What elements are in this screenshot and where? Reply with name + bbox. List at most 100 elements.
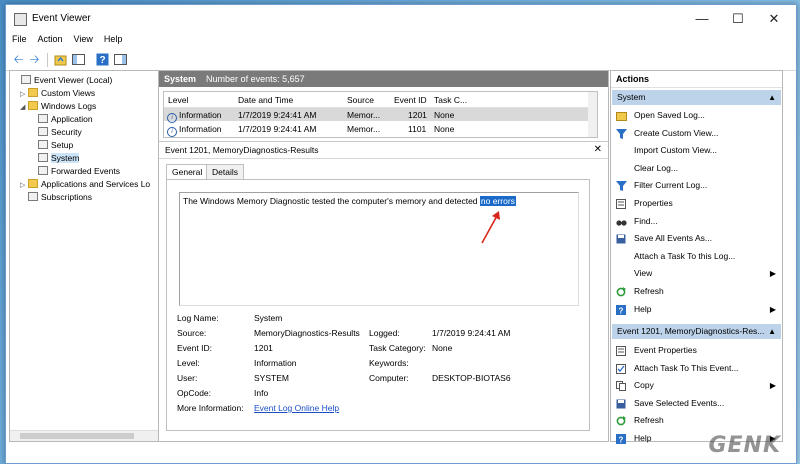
close-detail-icon[interactable]: ✕ [594, 142, 602, 158]
tree-log-application[interactable]: Application [38, 113, 93, 126]
properties-icon [616, 198, 626, 209]
console-tree: Event Viewer (Local) ▷ Custom Views ◢ Wind… [9, 70, 159, 442]
tree-custom-views[interactable]: ▷ Custom Views [20, 87, 95, 100]
svg-text:?: ? [619, 306, 624, 315]
tree-apps-services[interactable]: ▷ Applications and Services Lo [20, 178, 150, 191]
submenu-arrow-icon: ▶ [769, 304, 776, 314]
action-item[interactable]: Find... [611, 213, 782, 230]
collapse-icon[interactable]: ▲ [768, 324, 776, 339]
action-item[interactable]: Event Properties [611, 342, 782, 359]
menu-help[interactable]: Help [98, 32, 128, 44]
tree-root[interactable]: Event Viewer (Local) [13, 74, 112, 87]
tree-horizontal-scrollbar[interactable] [10, 430, 158, 441]
log-icon [38, 127, 48, 136]
scrollbar-thumb[interactable] [20, 433, 134, 439]
log-header: System Number of events: 5,657 [159, 71, 608, 87]
tree-log-system[interactable]: System [38, 152, 80, 165]
action-item-label: Clear Log... [634, 162, 678, 173]
menu-action[interactable]: Action [32, 32, 68, 44]
log-icon [38, 114, 48, 123]
column-source[interactable]: Source [347, 95, 374, 105]
action-item[interactable]: View ▶ [611, 265, 782, 282]
action-item[interactable]: Save Selected Events... [611, 395, 782, 412]
action-item-label: Refresh [634, 286, 664, 296]
action-item[interactable]: Attach Task To This Event... [611, 360, 782, 377]
action-item[interactable]: ? Help ▶ [611, 301, 782, 318]
window-title: Event Viewer [32, 13, 91, 24]
help-icon[interactable]: ? [96, 53, 109, 66]
folder-open-icon [616, 110, 627, 121]
copy-icon [616, 380, 626, 392]
table-row[interactable]: i Information 1/7/2019 9:24:41 AM Memor..… [164, 108, 597, 123]
task-icon [616, 363, 626, 374]
action-item[interactable]: Refresh [611, 283, 782, 300]
computer-icon [21, 75, 31, 84]
action-item[interactable]: Clear Log... [611, 160, 782, 177]
binoculars-icon [616, 216, 627, 226]
event-message-box[interactable]: The Windows Memory Diagnostic tested the… [179, 192, 579, 306]
refresh-icon [616, 415, 626, 426]
tree-log-setup[interactable]: Setup [38, 139, 73, 152]
log-icon [38, 140, 48, 149]
event-message: The Windows Memory Diagnostic tested the… [183, 196, 516, 206]
column-date-time[interactable]: Date and Time [238, 95, 293, 105]
action-item[interactable]: Create Custom View... [611, 125, 782, 142]
event-log-online-help-link[interactable]: Event Log Online Help [254, 403, 339, 413]
back-arrow-icon[interactable]: 🡠 [12, 53, 25, 66]
close-button[interactable]: ✕ [756, 7, 792, 30]
tab-details[interactable]: Details [206, 164, 244, 180]
action-item-label: Attach a Task To this Log... [634, 250, 736, 261]
chevron-down-icon[interactable]: ◢ [20, 101, 28, 114]
event-list-scrollbar[interactable] [588, 92, 597, 137]
maximize-button[interactable]: ☐ [720, 7, 756, 30]
event-list: Level Date and Time Source Event ID Task… [163, 91, 598, 138]
help-icon: ? [616, 304, 626, 315]
show-hide-tree-icon[interactable] [72, 53, 85, 66]
tree-windows-logs[interactable]: ◢ Windows Logs [20, 100, 96, 113]
save-icon [616, 398, 626, 409]
action-item-label: Help [634, 433, 652, 443]
action-item[interactable]: Copy ▶ [611, 377, 782, 394]
up-folder-icon[interactable] [54, 53, 67, 66]
action-item-label: Refresh [634, 415, 664, 426]
action-item-label: Event Properties [634, 345, 697, 355]
svg-text:?: ? [619, 436, 624, 445]
menu-view[interactable]: View [68, 32, 98, 44]
properties-icon [616, 345, 626, 356]
folder-icon [28, 88, 38, 97]
column-task-category[interactable]: Task C... [434, 95, 467, 105]
toolbar-separator [47, 53, 48, 67]
action-item[interactable]: Import Custom View... [611, 142, 782, 159]
column-level[interactable]: Level [168, 95, 188, 105]
action-item-label: Properties [634, 198, 673, 208]
help-icon: ? [616, 433, 626, 445]
folder-icon [28, 101, 38, 110]
title-bar: Event Viewer — ☐ ✕ [6, 5, 796, 32]
show-hide-action-pane-icon[interactable] [114, 53, 127, 66]
filter-icon [616, 128, 627, 139]
action-item[interactable]: Save All Events As... [611, 230, 782, 247]
action-item-label: Copy [634, 380, 654, 391]
filter-icon [616, 180, 627, 192]
log-icon [38, 166, 48, 175]
action-item-label: Attach Task To This Event... [634, 362, 739, 373]
minimize-button[interactable]: — [684, 7, 720, 30]
table-row[interactable]: i Information 1/7/2019 9:24:41 AM Memor..… [164, 122, 597, 137]
column-event-id[interactable]: Event ID [394, 95, 427, 105]
action-item[interactable]: Properties [611, 195, 782, 212]
forward-arrow-icon[interactable]: 🡢 [28, 53, 41, 66]
action-item[interactable]: Filter Current Log... [611, 177, 782, 194]
tree-subscriptions[interactable]: Subscriptions [20, 191, 92, 204]
actions-section-event[interactable]: Event 1201, MemoryDiagnostics-Res... ▲ [612, 324, 781, 339]
action-item[interactable]: Attach a Task To this Log... [611, 248, 782, 265]
menu-file[interactable]: File [6, 32, 32, 44]
action-item[interactable]: Open Saved Log... [611, 107, 782, 124]
action-item-label: Filter Current Log... [634, 180, 708, 191]
tree-log-forwarded-events[interactable]: Forwarded Events [38, 165, 120, 178]
action-item[interactable]: Refresh [611, 412, 782, 429]
submenu-arrow-icon: ▶ [769, 269, 776, 279]
collapse-icon[interactable]: ▲ [768, 90, 776, 105]
actions-section-system[interactable]: System ▲ [612, 90, 781, 105]
tree-log-security[interactable]: Security [38, 126, 82, 139]
tab-general[interactable]: General [166, 164, 209, 180]
